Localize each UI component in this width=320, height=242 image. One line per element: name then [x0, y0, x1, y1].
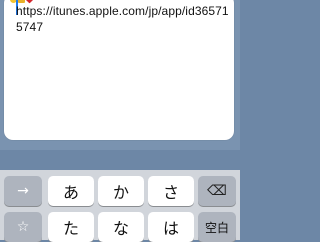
- japanese-keyboard: → あ か さ ⌫ ☆ た な は 空白: [0, 170, 240, 242]
- key-sa[interactable]: さ: [148, 176, 194, 206]
- arrow-right-key[interactable]: →: [4, 176, 42, 206]
- delete-key[interactable]: ⌫: [198, 176, 236, 206]
- emoji-mode-key[interactable]: ☆: [4, 212, 42, 242]
- star-icon: ☆: [16, 219, 30, 235]
- space-key[interactable]: 空白: [198, 212, 236, 242]
- key-ha[interactable]: は: [148, 212, 194, 242]
- key-a[interactable]: あ: [48, 176, 94, 206]
- arrow-right-icon: →: [17, 183, 29, 199]
- key-ta[interactable]: た: [48, 212, 94, 242]
- key-ka[interactable]: か: [98, 176, 144, 206]
- message-text[interactable]: https://itunes.apple.com/jp/app/id365715…: [16, 3, 234, 35]
- key-na[interactable]: な: [98, 212, 144, 242]
- compose-area[interactable]: https://itunes.apple.com/jp/app/id365715…: [4, 0, 234, 140]
- delete-icon: ⌫: [207, 183, 227, 199]
